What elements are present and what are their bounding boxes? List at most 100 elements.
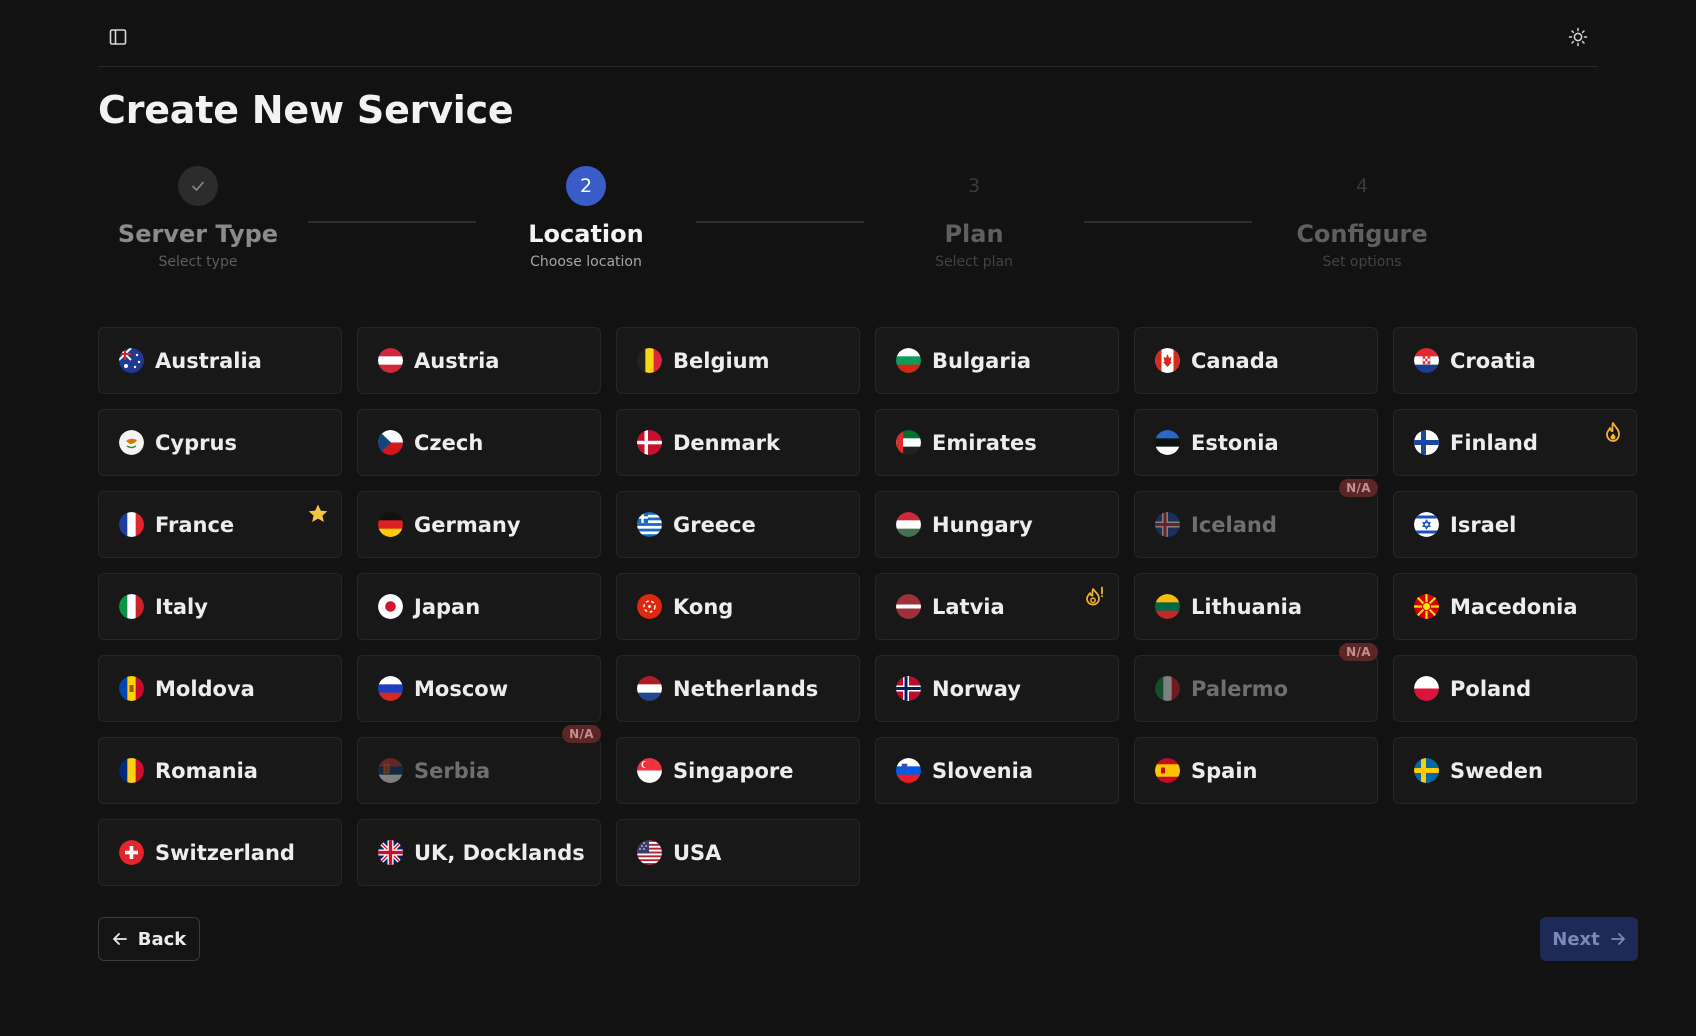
unavailable-badge: N/A bbox=[1339, 479, 1378, 497]
location-grid: Australia Austria Belgium Bulgaria Canada Cro… bbox=[98, 327, 1638, 886]
macedonia-flag-icon bbox=[1414, 594, 1439, 619]
step-connector bbox=[696, 221, 864, 223]
hungary-flag-icon bbox=[896, 512, 921, 537]
poland-flag-icon bbox=[1414, 676, 1439, 701]
location-card[interactable]: Australia bbox=[98, 327, 342, 394]
location-card[interactable]: Denmark bbox=[616, 409, 860, 476]
unavailable-badge: N/A bbox=[1339, 643, 1378, 661]
location-card[interactable]: Sweden bbox=[1393, 737, 1637, 804]
moldova-flag-icon bbox=[119, 676, 144, 701]
star-icon bbox=[307, 503, 329, 525]
location-name: Israel bbox=[1450, 512, 1517, 537]
japan-flag-icon bbox=[378, 594, 403, 619]
location-card[interactable]: Romania bbox=[98, 737, 342, 804]
location-card[interactable]: Belgium bbox=[616, 327, 860, 394]
location-card[interactable]: France bbox=[98, 491, 342, 558]
location-card[interactable]: Italy bbox=[98, 573, 342, 640]
location-name: Austria bbox=[414, 348, 500, 373]
back-button-label: Back bbox=[137, 928, 187, 950]
step-title: Location bbox=[528, 220, 644, 248]
croatia-flag-icon bbox=[1414, 348, 1439, 373]
location-card[interactable]: Slovenia bbox=[875, 737, 1119, 804]
location-name: Moldova bbox=[155, 676, 255, 701]
step-location[interactable]: 2 Location Choose location bbox=[486, 166, 686, 270]
uk-flag-icon bbox=[378, 840, 403, 865]
austria-flag-icon bbox=[378, 348, 403, 373]
location-card[interactable]: Israel bbox=[1393, 491, 1637, 558]
slovenia-flag-icon bbox=[896, 758, 921, 783]
location-card[interactable]: Czech bbox=[357, 409, 601, 476]
step-plan: 3 Plan Select plan bbox=[874, 166, 1074, 270]
cyprus-flag-icon bbox=[119, 430, 144, 455]
location-name: Czech bbox=[414, 430, 484, 455]
location-card[interactable]: Latvia bbox=[875, 573, 1119, 640]
switzerland-flag-icon bbox=[119, 840, 144, 865]
location-card[interactable]: Poland bbox=[1393, 655, 1637, 722]
location-name: Finland bbox=[1450, 430, 1538, 455]
location-card[interactable]: Kong bbox=[616, 573, 860, 640]
netherlands-flag-icon bbox=[637, 676, 662, 701]
location-card: Serbia N/A bbox=[357, 725, 601, 804]
location-card[interactable]: Japan bbox=[357, 573, 601, 640]
usa-flag-icon bbox=[637, 840, 662, 865]
fire-icon bbox=[1602, 421, 1624, 443]
location-name: Romania bbox=[155, 758, 258, 783]
location-card[interactable]: Estonia bbox=[1134, 409, 1378, 476]
step-subtitle: Choose location bbox=[530, 254, 642, 270]
next-button[interactable]: Next bbox=[1540, 917, 1638, 961]
step-configure: 4 Configure Set options bbox=[1262, 166, 1462, 270]
location-card[interactable]: UK, Docklands bbox=[357, 819, 601, 886]
location-name: Estonia bbox=[1191, 430, 1279, 455]
step-title: Server Type bbox=[117, 220, 279, 248]
italy-flag-icon bbox=[1155, 676, 1180, 701]
location-card[interactable]: Canada bbox=[1134, 327, 1378, 394]
step-number: 3 bbox=[967, 175, 981, 197]
location-card[interactable]: Netherlands bbox=[616, 655, 860, 722]
location-card[interactable]: Croatia bbox=[1393, 327, 1637, 394]
location-card[interactable]: Moldova bbox=[98, 655, 342, 722]
location-name: Belgium bbox=[673, 348, 770, 373]
location-card[interactable]: Finland bbox=[1393, 409, 1637, 476]
location-card[interactable]: Emirates bbox=[875, 409, 1119, 476]
location-card[interactable]: Spain bbox=[1134, 737, 1378, 804]
czech-flag-icon bbox=[378, 430, 403, 455]
location-card[interactable]: Singapore bbox=[616, 737, 860, 804]
location-name: Australia bbox=[155, 348, 262, 373]
location-card[interactable]: Switzerland bbox=[98, 819, 342, 886]
location-name: Moscow bbox=[414, 676, 509, 701]
location-card[interactable]: Greece bbox=[616, 491, 860, 558]
theme-toggle-sun-icon[interactable] bbox=[1566, 25, 1590, 49]
location-name: Singapore bbox=[673, 758, 794, 783]
step-server-type[interactable]: Server Type Select type bbox=[98, 166, 298, 270]
location-card[interactable]: Macedonia bbox=[1393, 573, 1637, 640]
location-card[interactable]: USA bbox=[616, 819, 860, 886]
germany-flag-icon bbox=[378, 512, 403, 537]
norway-flag-icon bbox=[896, 676, 921, 701]
location-card[interactable]: Austria bbox=[357, 327, 601, 394]
location-card[interactable]: Germany bbox=[357, 491, 601, 558]
location-name: France bbox=[155, 512, 235, 537]
location-card[interactable]: Lithuania bbox=[1134, 573, 1378, 640]
location-card[interactable]: Cyprus bbox=[98, 409, 342, 476]
page-title: Create New Service bbox=[98, 88, 514, 132]
latvia-flag-icon bbox=[896, 594, 921, 619]
location-name: Hungary bbox=[932, 512, 1033, 537]
step-title: Configure bbox=[1296, 220, 1428, 248]
step-subtitle: Select type bbox=[158, 254, 238, 270]
arrow-right-icon bbox=[1610, 933, 1625, 945]
location-card[interactable]: Hungary bbox=[875, 491, 1119, 558]
location-name: Emirates bbox=[932, 430, 1037, 455]
denmark-flag-icon bbox=[637, 430, 662, 455]
arrow-left-icon bbox=[112, 933, 127, 945]
belgium-flag-icon bbox=[637, 348, 662, 373]
sidebar-toggle-icon[interactable] bbox=[106, 25, 130, 49]
location-card[interactable]: Moscow bbox=[357, 655, 601, 722]
location-card[interactable]: Norway bbox=[875, 655, 1119, 722]
location-name: Greece bbox=[673, 512, 756, 537]
italy-flag-icon bbox=[119, 594, 144, 619]
location-card: Palermo N/A bbox=[1134, 643, 1378, 722]
location-name: Bulgaria bbox=[932, 348, 1032, 373]
location-name: Iceland bbox=[1191, 512, 1277, 537]
back-button[interactable]: Back bbox=[98, 917, 200, 961]
location-card[interactable]: Bulgaria bbox=[875, 327, 1119, 394]
